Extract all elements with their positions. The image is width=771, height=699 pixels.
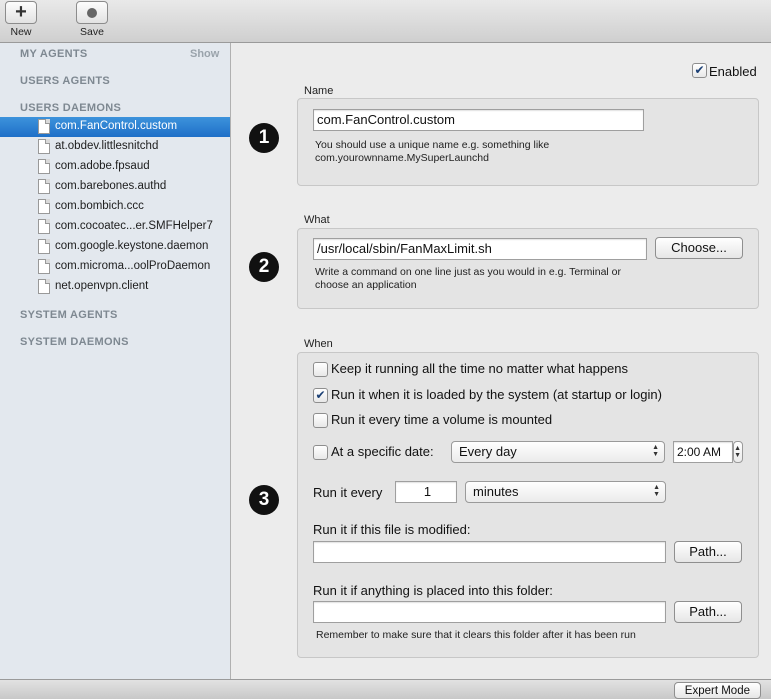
document-icon	[38, 119, 50, 134]
step-2-badge: 2	[249, 252, 279, 282]
section-users-daemons[interactable]: USERS DAEMONS	[20, 102, 121, 114]
plus-icon: +	[15, 1, 27, 23]
sidebar-item-label: net.openvpn.client	[55, 280, 149, 292]
run-every-label: Run it every	[313, 485, 383, 500]
file-path-button[interactable]: Path...	[674, 541, 742, 563]
sidebar-item-littlesnitchd[interactable]: at.obdev.littlesnitchd	[0, 137, 230, 157]
specific-date-checkbox[interactable]	[313, 445, 328, 460]
new-button[interactable]: + New	[5, 1, 37, 38]
name-field[interactable]: com.FanControl.custom	[313, 109, 644, 131]
sidebar-item-label: com.FanControl.custom	[55, 120, 178, 132]
sidebar-item-label: com.adobe.fpsaud	[55, 160, 150, 172]
file-modified-label: Run it if this file is modified:	[313, 522, 471, 537]
document-icon	[38, 159, 50, 174]
bottom-bar: Expert Mode	[0, 679, 771, 699]
keep-running-label: Keep it running all the time no matter w…	[331, 361, 629, 376]
what-command-field[interactable]: /usr/local/sbin/FanMaxLimit.sh	[313, 238, 647, 260]
sidebar-item-label: com.microma...oolProDaemon	[55, 260, 211, 272]
save-icon	[87, 7, 97, 18]
choose-button[interactable]: Choose...	[655, 237, 743, 259]
main-panel: ✔ Enabled Name com.FanControl.custom You…	[231, 43, 771, 679]
folder-path-button[interactable]: Path...	[674, 601, 742, 623]
sidebar-item-label: com.bombich.ccc	[55, 200, 144, 212]
run-volume-checkbox[interactable]	[313, 413, 328, 428]
what-hint-line2: choose an application	[315, 279, 417, 291]
document-icon	[38, 259, 50, 274]
date-frequency-value: Every day	[459, 444, 517, 459]
new-button-label: New	[10, 26, 32, 38]
sidebar-item-label: com.cocoatec...er.SMFHelper7	[55, 220, 213, 232]
run-loaded-label: Run it when it is loaded by the system (…	[331, 387, 662, 402]
keep-running-checkbox[interactable]	[313, 362, 328, 377]
enabled-label: Enabled	[709, 64, 757, 79]
folder-label: Run it if anything is placed into this f…	[313, 583, 553, 598]
toolbar: + New Save	[0, 0, 771, 43]
run-every-unit-select[interactable]: minutes ▲ ▼	[465, 481, 666, 503]
save-button-label: Save	[80, 26, 104, 38]
run-every-unit-value: minutes	[473, 484, 519, 499]
sidebar-item-authd[interactable]: com.barebones.authd	[0, 177, 230, 197]
sidebar-item-fpsaud[interactable]: com.adobe.fpsaud	[0, 157, 230, 177]
date-frequency-select[interactable]: Every day ▲ ▼	[451, 441, 665, 463]
expert-mode-button[interactable]: Expert Mode	[673, 682, 761, 699]
section-system-agents[interactable]: SYSTEM AGENTS	[20, 309, 118, 321]
step-3-badge: 3	[249, 485, 279, 515]
specific-date-label: At a specific date:	[331, 444, 434, 459]
sidebar-item-label: com.barebones.authd	[55, 180, 167, 192]
document-icon	[38, 139, 50, 154]
time-stepper[interactable]: ▲ ▼	[733, 441, 743, 463]
section-users-agents[interactable]: USERS AGENTS	[20, 75, 110, 87]
what-group-title: What	[304, 214, 330, 226]
when-group-title: When	[304, 338, 333, 350]
what-hint-line1: Write a command on one line just as you …	[315, 266, 622, 278]
name-group-title: Name	[304, 85, 334, 97]
sidebar: MY AGENTS Show USERS AGENTS USERS DAEMON…	[0, 43, 231, 679]
save-button[interactable]: Save	[76, 1, 108, 38]
stepper-arrows-icon: ▲ ▼	[734, 445, 741, 459]
folder-field[interactable]	[313, 601, 666, 623]
sidebar-item-fancontrol[interactable]: com.FanControl.custom	[0, 117, 230, 137]
document-icon	[38, 179, 50, 194]
run-volume-label: Run it every time a volume is mounted	[331, 412, 553, 427]
name-hint-line2: com.yourownname.MySuperLaunchd	[315, 152, 489, 164]
time-field[interactable]: 2:00 AM	[673, 441, 733, 463]
section-system-daemons[interactable]: SYSTEM DAEMONS	[20, 336, 129, 348]
show-link[interactable]: Show	[190, 48, 219, 60]
updown-arrows-icon: ▲ ▼	[652, 444, 659, 458]
updown-arrows-icon: ▲ ▼	[653, 484, 660, 498]
sidebar-item-keystone[interactable]: com.google.keystone.daemon	[0, 237, 230, 257]
sidebar-item-label: com.google.keystone.daemon	[55, 240, 209, 252]
step-1-badge: 1	[249, 123, 279, 153]
document-icon	[38, 199, 50, 214]
folder-hint: Remember to make sure that it clears thi…	[316, 629, 636, 641]
enabled-checkbox[interactable]: ✔	[692, 63, 707, 78]
name-hint-line1: You should use a unique name e.g. someth…	[315, 139, 550, 151]
sidebar-item-label: at.obdev.littlesnitchd	[55, 140, 159, 152]
document-icon	[38, 279, 50, 294]
document-icon	[38, 239, 50, 254]
sidebar-item-microma[interactable]: com.microma...oolProDaemon	[0, 257, 230, 277]
run-every-field[interactable]: 1	[395, 481, 457, 503]
sidebar-item-ccc[interactable]: com.bombich.ccc	[0, 197, 230, 217]
sidebar-item-openvpn[interactable]: net.openvpn.client	[0, 277, 230, 297]
document-icon	[38, 219, 50, 234]
section-my-agents[interactable]: MY AGENTS	[20, 48, 88, 60]
sidebar-item-smfhelper[interactable]: com.cocoatec...er.SMFHelper7	[0, 217, 230, 237]
file-modified-field[interactable]	[313, 541, 666, 563]
run-loaded-checkbox[interactable]: ✔	[313, 388, 328, 403]
